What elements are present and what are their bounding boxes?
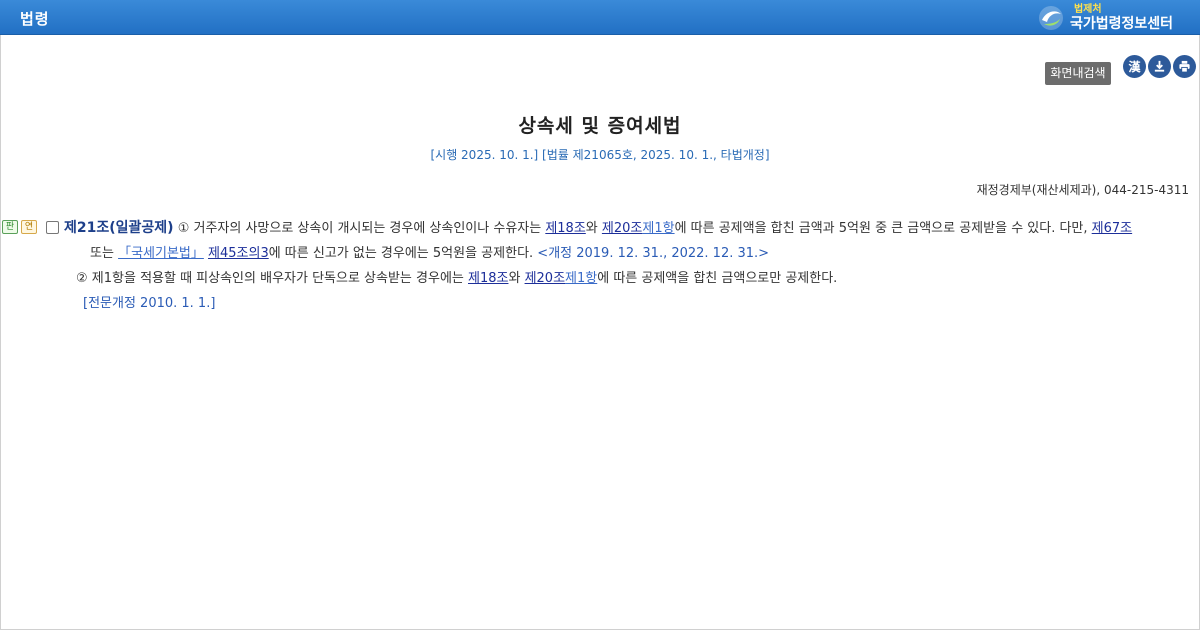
paragraph-2-text-a: ② 제1항을 적용할 때 피상속인의 배우자가 단독으로 상속받는 경우에는 (76, 271, 468, 286)
article-tags: 판 연 (2, 220, 37, 234)
ref-article-18-link-2[interactable]: 제18조 (468, 271, 508, 286)
article-body: 제21조(일괄공제) ① 거주자의 사망으로 상속이 개시되는 경우에 상속인이… (64, 216, 1194, 316)
ministry-contact: 재정경제부(재산세제과), 044-215-4311 (976, 183, 1189, 197)
precedent-tag[interactable]: 판 (2, 220, 18, 234)
ref-article-20-para-1-link[interactable]: 제1항 (642, 221, 674, 236)
ref-article-20-link-2[interactable]: 제20조 (525, 271, 565, 286)
paragraph-1-text-d: 에 따른 신고가 없는 경우에는 5억원을 공제한다. (268, 246, 538, 261)
ref-basic-tax-act-link[interactable]: 「국세기본법」 (118, 246, 204, 261)
history-tag[interactable]: 연 (21, 220, 37, 234)
paragraph-1-text-b: 에 따른 공제액을 합친 금액과 5억원 중 큰 금액으로 공제받을 수 있다.… (674, 221, 1092, 236)
download-button[interactable] (1148, 55, 1171, 78)
paragraph-2-text-b: 에 따른 공제액을 합친 금액으로만 공제한다. (597, 271, 838, 286)
ref-article-45-3-link[interactable]: 제45조의3 (208, 246, 269, 261)
law-enforcement-info: [시행 2025. 10. 1.] [법률 제21065호, 2025. 10.… (430, 148, 770, 162)
download-icon (1154, 60, 1165, 72)
full-revision-note: [전문개정 2010. 1. 1.] (83, 296, 216, 311)
paragraph-1-line-2: 또는 「국세기본법」 제45조의3에 따른 신고가 없는 경우에는 5억원을 공… (64, 241, 1194, 266)
header-title: 법령 (20, 10, 50, 28)
paragraph-1-text-a: ① 거주자의 사망으로 상속이 개시되는 경우에 상속인이나 수유자는 (173, 221, 546, 236)
ref-article-20-link[interactable]: 제20조 (602, 221, 642, 236)
top-header-bar: 법령 법제처 국가법령정보센터 (0, 0, 1200, 35)
hanja-toggle-button[interactable]: 漢 (1123, 55, 1146, 78)
brand-logo-icon (1038, 6, 1063, 30)
brand-name: 국가법령정보센터 (1069, 16, 1173, 32)
article-title: 제21조(일괄공제) (64, 220, 174, 236)
ref-article-20-para-1-link-2[interactable]: 제1항 (565, 271, 597, 286)
law-title: 상속세 및 증여세법 (518, 115, 682, 137)
paragraph-1-line-1: 제21조(일괄공제) ① 거주자의 사망으로 상속이 개시되는 경우에 상속인이… (64, 216, 1194, 241)
article-checkbox[interactable] (46, 221, 59, 234)
ref-article-18-link[interactable]: 제18조 (545, 221, 585, 236)
paragraph-2: ② 제1항을 적용할 때 피상속인의 배우자가 단독으로 상속받는 경우에는 제… (64, 266, 1194, 291)
brand-logo-link[interactable]: 법제처 국가법령정보센터 (1038, 3, 1173, 33)
brand-small-text: 법제처 (1073, 4, 1102, 15)
conjunction-text-2: 와 (508, 271, 525, 286)
paragraph-1-text-c: 또는 (90, 246, 119, 261)
ref-article-67-link[interactable]: 제67조 (1092, 221, 1132, 236)
print-icon (1179, 60, 1190, 73)
amendment-note: <개정 2019. 12. 31., 2022. 12. 31.> (537, 246, 770, 261)
full-revision-line: [전문개정 2010. 1. 1.] (64, 291, 1194, 316)
print-button[interactable] (1173, 55, 1196, 78)
conjunction-text: 와 (585, 221, 602, 236)
in-page-search-button[interactable]: 화면내검색 (1045, 62, 1111, 85)
